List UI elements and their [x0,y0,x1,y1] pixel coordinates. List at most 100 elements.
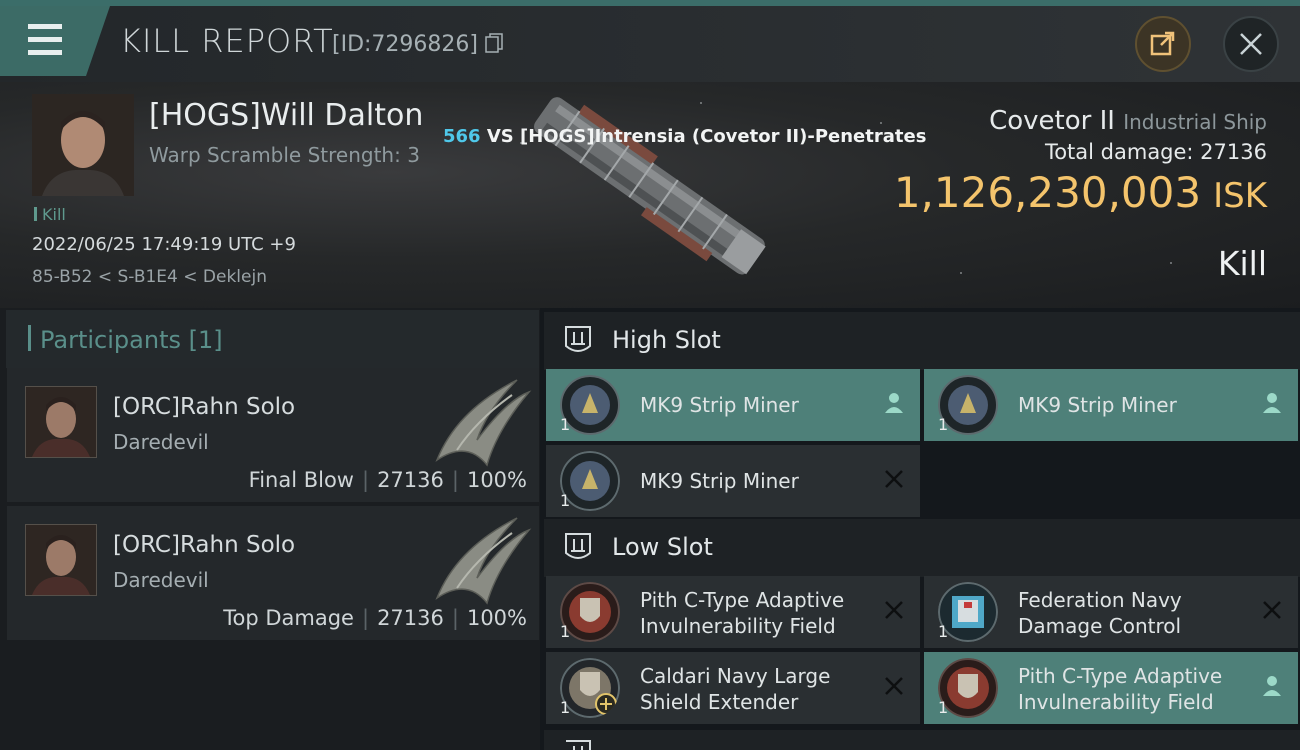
next-slot-header [544,730,1300,750]
victim-avatar[interactable] [32,94,134,196]
module-name: Pith C-Type Adaptive Invulnerability Fie… [1018,663,1222,715]
person-icon [885,393,903,413]
destroyed-x-icon [885,470,903,488]
module-name-line1: Pith C-Type Adaptive [640,588,845,612]
versus-number: 566 [443,126,481,147]
module-item[interactable]: 1 Pith C-Type Adaptive Invulnerability F… [546,576,920,648]
module-item[interactable]: 1 Pith C-Type Adaptive Invulnerability F… [924,652,1298,724]
menu-tab-shape [0,6,110,76]
share-button[interactable] [1135,16,1191,72]
module-quantity: 1 [938,622,949,641]
module-quantity: 1 [560,415,571,434]
participant-name[interactable]: [ORC]Rahn Solo [113,394,295,420]
participant-card[interactable]: [ORC]Rahn Solo Daredevil Top Damage | 2713… [7,506,539,640]
module-quantity: 1 [938,698,949,717]
pilot-portrait-icon [26,525,96,595]
module-name-line2: Invulnerability Field [640,614,836,638]
pilot-portrait-icon [26,387,96,457]
module-quantity: 1 [938,415,949,434]
participant-avatar[interactable] [25,524,97,596]
participant-label: Top Damage [223,606,354,630]
victim-name[interactable]: [HOGS]Will Dalton [149,98,423,133]
destroyed-x-icon [1263,601,1281,619]
module-item[interactable]: 1 MK9 Strip Miner [924,369,1298,441]
hamburger-icon [28,24,62,55]
participant-damage: 27136 [377,606,444,630]
destroyed-x-icon [885,677,903,695]
module-item[interactable]: 1 MK9 Strip Miner [546,369,920,441]
module-name-line2: Invulnerability Field [1018,690,1214,714]
participant-percent: 100% [466,468,527,492]
module-name: MK9 Strip Miner [1018,393,1177,417]
module-name: Federation Navy Damage Control [1018,587,1182,639]
isk-value-line: 1,126,230,003 ISK [894,168,1267,217]
share-icon [1150,31,1175,56]
module-name: Caldari Navy Large Shield Extender [640,663,830,715]
module-quantity: 1 [560,698,571,717]
kill-tag-label: Kill [42,205,66,224]
participant-damage: 27136 [377,468,444,492]
daredevil-ship-image [417,508,535,610]
module-name-line1: Caldari Navy Large [640,664,831,688]
participant-label: Final Blow [248,468,354,492]
pilot-portrait-icon [32,94,134,196]
low-slot-title: Low Slot [612,533,713,561]
module-item[interactable]: 1 Caldari Navy Large Shield Extender [546,652,920,724]
kill-location: 85-B52 < S-B1E4 < Deklejn [32,267,267,287]
close-button[interactable] [1223,16,1279,72]
high-slot-icon [565,326,591,352]
stats-separator: | [361,468,370,492]
module-quantity: 1 [560,622,571,641]
result-label: Kill [1217,244,1267,283]
kill-tag: Kill [34,205,66,224]
warp-scramble-strength: Warp Scramble Strength: 3 [149,143,420,167]
stats-separator: | [361,606,370,630]
report-id[interactable]: [ID:7296826] [332,32,503,57]
daredevil-ship-image [417,370,535,472]
module-name-line1: Federation Navy [1018,588,1182,612]
versus-text: VS [HOGS]Intrensia (Covetor II)-Penetrat… [480,126,927,147]
participant-percent: 100% [466,606,527,630]
module-name: MK9 Strip Miner [640,393,799,417]
module-item[interactable]: 1 MK9 Strip Miner [546,445,920,517]
menu-button[interactable] [0,6,110,76]
module-name-line2: Shield Extender [640,690,799,714]
participant-name[interactable]: [ORC]Rahn Solo [113,532,295,558]
low-slot-icon [565,533,591,559]
isk-unit: ISK [1213,176,1267,216]
kill-datetime: 2022/06/25 17:49:19 UTC +9 [32,234,296,255]
versus-line: 566 VS [HOGS]Intrensia (Covetor II)-Pene… [443,126,926,147]
person-icon [1263,676,1281,696]
participant-card[interactable]: [ORC]Rahn Solo Daredevil Final Blow | 2713… [7,368,539,502]
high-slot-title: High Slot [612,326,721,354]
module-name-line1: Pith C-Type Adaptive [1018,664,1223,688]
participant-stats: Final Blow | 27136 | 100% [249,468,527,492]
module-item[interactable]: 1 Federation Navy Damage Control [924,576,1298,648]
isk-value: 1,126,230,003 [893,168,1202,217]
module-name: Pith C-Type Adaptive Invulnerability Fie… [640,587,844,639]
participant-stats: Top Damage | 27136 | 100% [223,606,527,630]
module-quantity: 1 [560,491,571,510]
low-slot-header: Low Slot [544,519,1300,577]
module-name: MK9 Strip Miner [640,469,799,493]
module-name-line2: Damage Control [1018,614,1182,638]
participant-avatar[interactable] [25,386,97,458]
participant-ship: Daredevil [113,568,209,592]
copy-icon[interactable] [485,33,503,53]
total-damage: Total damage: 27136 [1044,140,1267,164]
stats-separator: | [451,468,459,492]
page-title: KILL REPORT [120,22,334,60]
close-icon [1240,33,1262,55]
ship-name: Covetor II [989,106,1115,136]
person-icon [1263,393,1281,413]
report-id-text: [ID:7296826] [332,32,478,57]
kill-tag-bar [34,207,37,221]
participants-title: Participants [1] [40,326,223,354]
participant-ship: Daredevil [113,430,209,454]
ship-class: Industrial Ship [1123,110,1267,134]
covetor-ship-image [490,95,810,275]
destroyed-x-icon [885,601,903,619]
participants-accent-bar [28,325,31,351]
ship-type: Covetor II Industrial Ship [989,106,1267,136]
high-slot-header: High Slot [544,312,1300,370]
